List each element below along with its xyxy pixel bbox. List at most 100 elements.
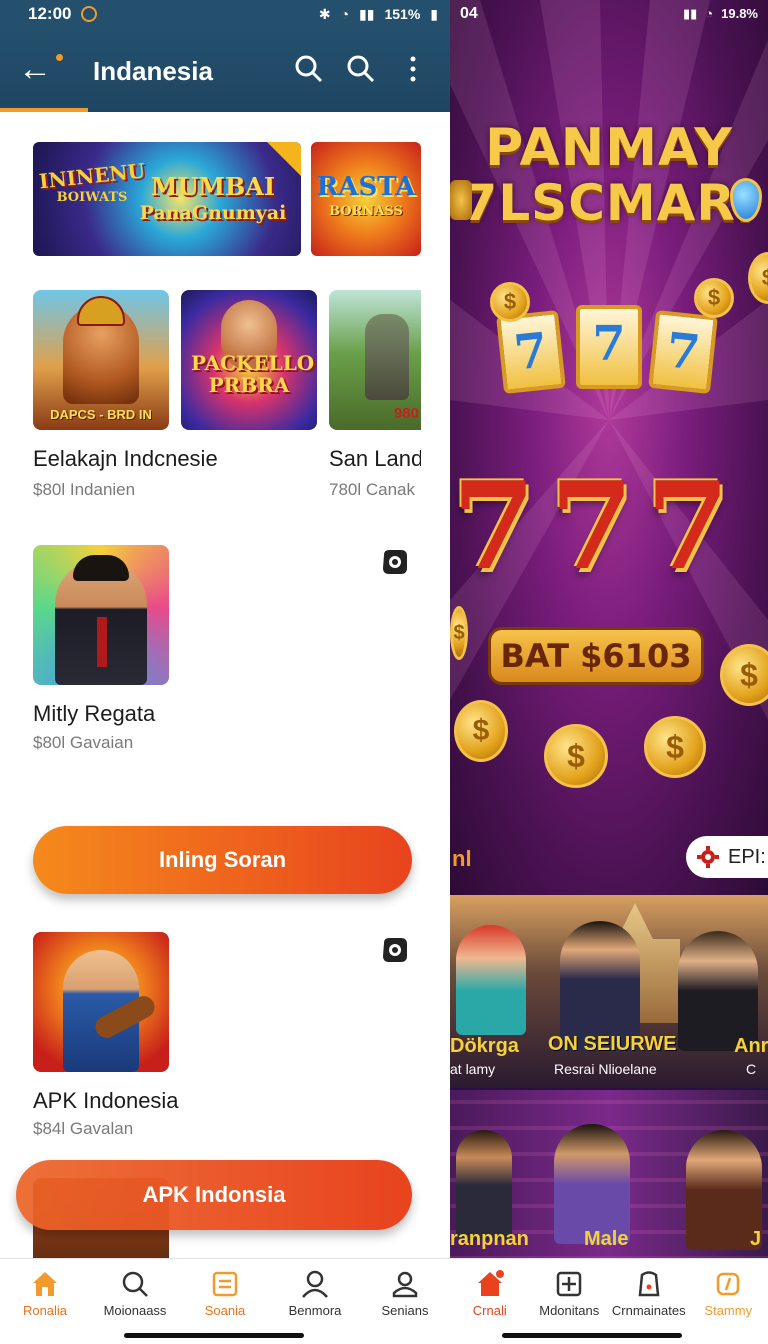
gem-ornament xyxy=(450,180,472,220)
home-icon xyxy=(33,1272,57,1296)
hair-shape xyxy=(73,555,129,581)
app-thumbnail[interactable] xyxy=(33,932,169,1072)
card-title: Dökrga xyxy=(450,1035,519,1057)
coin: $ xyxy=(544,724,608,788)
nav-label: Crnali xyxy=(472,1303,507,1318)
status-bar: 04 ▮▮ ◔ 19.8% xyxy=(450,0,768,28)
signal-icon: ▮▮ xyxy=(359,5,375,22)
nav-item-list[interactable]: Soania xyxy=(180,1259,270,1344)
left-app-screen: 12:00 ✱ ◔ ▮▮ 151% ▮ ← Indanesia ININENU … xyxy=(0,0,450,1344)
status-icons: ✱ ◔ ▮▮ 151% ▮ xyxy=(319,6,438,23)
list-icon xyxy=(212,1271,238,1297)
app-name[interactable]: Eelakajn Indcnesie xyxy=(33,446,218,472)
nav-item-home[interactable]: Ronalia xyxy=(0,1259,90,1344)
game-card[interactable]: ranpnan Male J xyxy=(450,1090,768,1260)
coin: $ xyxy=(490,282,530,322)
settings-pill[interactable]: EPI: xyxy=(686,836,768,878)
person-icon xyxy=(302,1270,328,1298)
promo-banner[interactable]: RASTA BORNASS xyxy=(311,142,421,256)
nav-label: Moionaass xyxy=(103,1303,167,1318)
hero-title: PANMAY xyxy=(485,118,733,178)
game-card[interactable]: Dökrga ON SEIURWE Anr at lamy Resrai Nli… xyxy=(450,895,768,1088)
banner-title: RASTA xyxy=(316,172,416,202)
nav-item-home[interactable]: Crnali xyxy=(450,1259,530,1344)
nav-item-search[interactable]: Moionaass xyxy=(90,1259,180,1344)
appbar-accent xyxy=(0,108,88,112)
thumbnail-caption: DAPCS - BRD IN xyxy=(50,407,152,422)
home-icon xyxy=(477,1270,504,1296)
card-subtitle: Resrai Nlioelane xyxy=(554,1061,657,1077)
app-bar: ← Indanesia xyxy=(0,28,450,112)
tag-icon xyxy=(638,1271,660,1297)
gear-icon xyxy=(697,846,719,868)
card-title: ranpnan xyxy=(450,1228,529,1250)
helmet-shape xyxy=(77,296,125,326)
app-name[interactable]: APK Indonesia xyxy=(33,1088,179,1114)
game-thumbnail[interactable]: PACKELLO PRBRA xyxy=(181,290,317,430)
nav-label: Crnmainates xyxy=(611,1303,686,1318)
coin: $ xyxy=(454,700,508,762)
app-name[interactable]: San Land xyxy=(329,446,421,472)
home-indicator[interactable] xyxy=(124,1333,304,1338)
nav-label: Ronalia xyxy=(22,1303,68,1318)
search-icon[interactable] xyxy=(346,54,376,84)
banner-subtitle: BOIWATS xyxy=(56,190,128,205)
character-image xyxy=(365,314,409,400)
bluetooth-icon: ✱ xyxy=(318,5,331,22)
signal-icon: ▮▮ xyxy=(682,6,698,21)
thumbnail-caption: 980 xyxy=(393,405,419,422)
nav-item-profile[interactable]: Senians xyxy=(360,1259,450,1344)
banner-title: ININENU xyxy=(37,158,147,194)
banner-headline: MUMBAI xyxy=(150,172,276,201)
slot-reel: 7 xyxy=(576,305,642,389)
page-title: Indanesia xyxy=(93,56,213,86)
card-title: Anr xyxy=(734,1035,768,1057)
home-indicator[interactable] xyxy=(502,1333,682,1338)
download-apk-button[interactable]: APK Indonsia xyxy=(16,1160,412,1230)
status-icons: ▮▮ ◔ 19.8% xyxy=(683,6,758,22)
settings-pill-label: EPI: xyxy=(728,845,766,868)
badge-icon xyxy=(717,1272,740,1296)
battery-icon: ▮ xyxy=(430,5,438,22)
promo-banner[interactable]: ININENU BOIWATS MUMBAI PanaGnumyai xyxy=(33,142,301,256)
app-thumbnail[interactable] xyxy=(33,545,169,685)
back-arrow-icon[interactable]: ← xyxy=(18,52,52,86)
nav-label: Benmora xyxy=(288,1303,342,1318)
game-thumbnail[interactable]: DAPCS - BRD IN xyxy=(33,290,169,430)
nav-label: Soania xyxy=(204,1303,246,1318)
app-name[interactable]: Mitly Regata xyxy=(33,701,155,727)
nav-item-person[interactable]: Benmora xyxy=(270,1259,360,1344)
battery-text: 151% xyxy=(384,6,421,22)
big-seven: 7 xyxy=(550,456,634,597)
grid-icon xyxy=(557,1271,582,1297)
download-badge-icon[interactable] xyxy=(380,547,410,577)
slot-reel: 7 xyxy=(496,309,566,395)
app-subtitle: $80l Indanien xyxy=(33,480,136,499)
slot-reel: 7 xyxy=(648,309,718,395)
nav-item-grid[interactable]: Mdonitans xyxy=(530,1259,610,1344)
banner-text: PanaGnumyai xyxy=(139,202,287,224)
nav-item-tag[interactable]: Crnmainates xyxy=(609,1259,689,1344)
install-button[interactable]: Inling Soran xyxy=(33,826,412,894)
profile-icon xyxy=(392,1271,418,1298)
search-icon xyxy=(122,1271,148,1297)
hero-title: 7LSCMARI xyxy=(462,174,756,232)
wifi-icon: ◔ xyxy=(340,6,350,22)
download-badge-icon[interactable] xyxy=(380,935,410,965)
battery-text: 19.8% xyxy=(721,6,758,21)
nav-item-badge[interactable]: Stammy xyxy=(689,1259,768,1344)
card-title: J xyxy=(750,1228,762,1250)
card-subtitle: at lamy xyxy=(450,1061,496,1077)
tie-shape xyxy=(97,617,107,667)
game-thumbnail[interactable]: 980 xyxy=(329,290,421,430)
more-options-icon[interactable] xyxy=(398,54,428,84)
search-icon[interactable] xyxy=(294,54,324,84)
wifi-icon: ◔ xyxy=(705,6,714,21)
bottom-navigation: Crnali Mdonitans Crnmainates Stammy xyxy=(450,1258,768,1344)
character-image xyxy=(456,1130,512,1240)
character-image xyxy=(678,931,758,1051)
bet-amount-badge: BAT $6103 xyxy=(488,627,704,685)
status-bar: 12:00 ✱ ◔ ▮▮ 151% ▮ xyxy=(0,0,450,28)
big-seven: 7 xyxy=(646,456,730,597)
nav-label: Senians xyxy=(381,1303,429,1318)
